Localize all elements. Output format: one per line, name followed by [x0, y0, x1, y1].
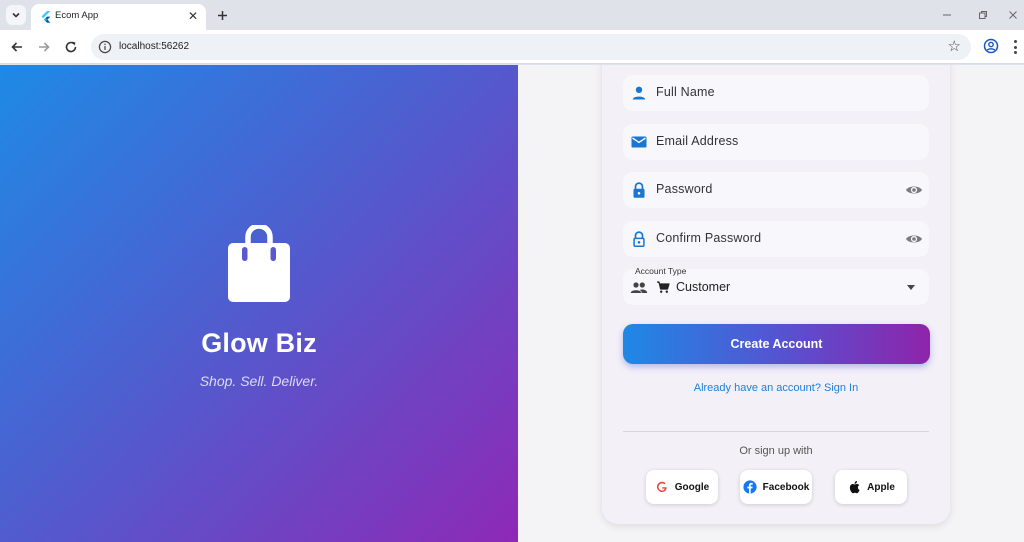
cart-icon [657, 281, 670, 293]
chevron-down-icon [12, 12, 20, 18]
info-icon[interactable] [98, 40, 112, 54]
close-icon [1009, 11, 1017, 19]
shopping-bag-icon [228, 225, 290, 302]
google-signup-button[interactable]: Google [646, 470, 718, 504]
browser-tab[interactable]: Ecom App ✕ [31, 4, 206, 30]
signup-panel: Full Name Email Address Password Confirm… [518, 65, 1024, 542]
email-field[interactable]: Email Address [623, 124, 929, 160]
facebook-label: Facebook [762, 481, 810, 493]
tab-search-button[interactable] [6, 5, 26, 25]
brand-panel: Glow Biz Shop. Sell. Deliver. [0, 65, 518, 542]
facebook-signup-button[interactable]: Facebook [740, 470, 812, 504]
dropdown-arrow-icon [907, 285, 915, 290]
close-window-button[interactable] [1004, 6, 1022, 24]
browser-tab-bar: Ecom App ✕ [0, 0, 1024, 30]
browser-toolbar: localhost:56262 ☆ [0, 30, 1024, 64]
back-button[interactable] [7, 37, 27, 57]
full-name-field[interactable]: Full Name [623, 75, 929, 111]
password-label: Password [656, 182, 713, 196]
account-type-label: Account Type [635, 266, 687, 276]
facebook-icon [743, 480, 757, 494]
arrow-right-icon [39, 42, 50, 52]
signup-card: Full Name Email Address Password Confirm… [602, 65, 950, 524]
sign-in-link[interactable]: Already have an account? Sign In [602, 382, 950, 394]
social-signup-caption: Or sign up with [739, 445, 813, 457]
apple-icon [847, 480, 861, 494]
apple-signup-button[interactable]: Apple [835, 470, 907, 504]
forward-button[interactable] [34, 37, 54, 57]
lock-outline-icon [633, 231, 645, 248]
restore-icon [979, 11, 987, 19]
arrow-left-icon [11, 42, 22, 52]
confirm-password-field[interactable]: Confirm Password [623, 221, 929, 257]
apple-label: Apple [867, 481, 895, 493]
person-icon [632, 86, 646, 100]
account-type-value: Customer [676, 280, 731, 294]
google-icon [655, 480, 669, 494]
brand-name: Glow Biz [201, 328, 317, 358]
full-name-label: Full Name [656, 85, 715, 99]
email-label: Email Address [656, 134, 739, 148]
close-tab-icon[interactable]: ✕ [188, 9, 198, 23]
bookmark-star-icon[interactable]: ☆ [948, 38, 961, 56]
tab-title: Ecom App [55, 10, 99, 21]
google-label: Google [674, 481, 710, 493]
plus-icon [217, 10, 227, 20]
address-bar[interactable]: localhost:56262 ☆ [91, 34, 971, 60]
restore-window-button[interactable] [974, 6, 992, 24]
profile-icon[interactable] [983, 38, 999, 54]
reload-icon [65, 41, 77, 53]
browser-menu-button[interactable] [1011, 38, 1019, 56]
new-tab-button[interactable] [212, 5, 232, 25]
brand-tagline: Shop. Sell. Deliver. [199, 373, 319, 389]
confirm-password-label: Confirm Password [656, 231, 762, 245]
account-type-select[interactable]: Account Type Customer [623, 266, 929, 305]
minimize-window-button[interactable] [938, 6, 956, 24]
page-viewport: Glow Biz Shop. Sell. Deliver. Full Name … [0, 65, 1024, 542]
lock-icon [633, 182, 645, 198]
create-account-button[interactable]: Create Account [623, 324, 930, 364]
visibility-icon[interactable] [905, 230, 923, 248]
people-icon [630, 282, 648, 293]
minimize-icon [943, 14, 951, 16]
reload-button[interactable] [61, 37, 81, 57]
divider [623, 431, 929, 432]
url-text: localhost:56262 [119, 41, 190, 52]
flutter-icon [41, 11, 51, 23]
visibility-icon[interactable] [905, 181, 923, 199]
password-field[interactable]: Password [623, 172, 929, 208]
email-icon [631, 136, 647, 148]
